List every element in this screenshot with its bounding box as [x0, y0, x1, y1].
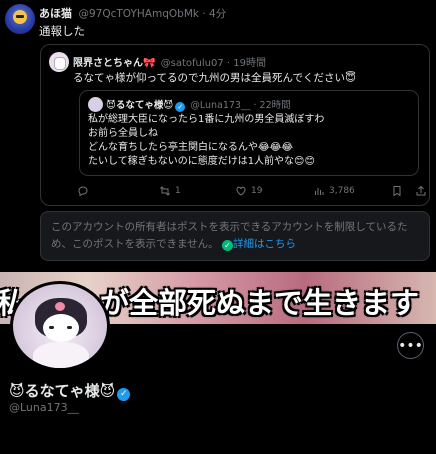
- views-button[interactable]: 3,786: [313, 185, 355, 197]
- details-link[interactable]: 詳細はこちら: [233, 238, 296, 250]
- more-button[interactable]: •••: [397, 332, 424, 359]
- views-count: 3,786: [329, 186, 355, 196]
- heart-icon: [236, 186, 246, 196]
- nested-quote-header: 😈るなてゃ様😈 ✓ @Luna173__ · 22時間: [106, 97, 291, 112]
- bookmark-icon: [393, 186, 401, 197]
- display-name-text: 😈るなてゃ様😈: [9, 382, 116, 400]
- more-icon: •••: [398, 337, 423, 354]
- profile-display-name: 😈るなてゃ様😈 ✓: [9, 380, 131, 401]
- quote-text: るなてゃ様が仰ってるので九州の男は全員死んでください😇: [73, 72, 356, 84]
- share-button[interactable]: [415, 185, 427, 197]
- quote-author-avatar: [49, 52, 69, 72]
- quote-author-meta: @satofulu07 · 19時間: [160, 58, 266, 69]
- bookmark-button[interactable]: [391, 185, 403, 197]
- post-text: 通報した: [39, 24, 85, 38]
- checkmark-icon: ✓: [222, 240, 234, 251]
- like-count: 19: [251, 186, 263, 196]
- nested-quote-author-name: 😈るなてゃ様😈: [106, 100, 174, 111]
- profile-handle: @Luna173__: [9, 401, 79, 414]
- verified-badge-icon: ✓: [117, 388, 131, 401]
- post-header: あほ猫 @97QcTOYHAmqObMk · 4分: [39, 5, 226, 21]
- profile-avatar[interactable]: [10, 281, 110, 371]
- nested-quote-meta: @Luna173__ · 22時間: [190, 100, 291, 111]
- verified-badge-icon: ✓: [175, 102, 186, 112]
- nested-quote-line: たいして稼ぎもないのに態度だけは1人前やな😊😊: [88, 156, 315, 167]
- reply-button[interactable]: [77, 185, 93, 197]
- author-name[interactable]: あほ猫: [39, 7, 72, 20]
- nested-quote-line: お前ら全員しね: [88, 128, 158, 139]
- quote-author-name: 限界さとちゃん🎀: [73, 58, 156, 69]
- repost-icon: [160, 186, 170, 196]
- top-post: あほ猫 @97QcTOYHAmqObMk · 4分 通報した 限界さとちゃん🎀 …: [0, 0, 436, 272]
- repost-button[interactable]: 1: [159, 185, 181, 197]
- reply-icon: [78, 186, 88, 197]
- nested-quote-text: 私が総理大臣になったら1番に九州の男全員滅ぼすわ お前ら全員しね どんな育ちした…: [88, 113, 324, 169]
- quote-header: 限界さとちゃん🎀 @satofulu07 · 19時間: [73, 54, 266, 69]
- nested-quoted-post[interactable]: 😈るなてゃ様😈 ✓ @Luna173__ · 22時間 私が総理大臣になったら1番…: [79, 90, 419, 176]
- nested-quote-line: どんな育ちしたら亭主関白になるんや😂😂😂: [88, 142, 294, 153]
- quoted-post[interactable]: 限界さとちゃん🎀 @satofulu07 · 19時間 るなてゃ様が仰ってるので…: [40, 44, 430, 206]
- action-bar: 1 19 3,786: [41, 185, 431, 201]
- like-button[interactable]: 19: [235, 185, 262, 197]
- restricted-notice: このアカウントの所有者はポストを表示できるアカウントを制限しているため、このポス…: [40, 211, 430, 261]
- repost-count: 1: [175, 186, 181, 196]
- views-icon: [315, 188, 324, 195]
- banner-caption: が全部死ぬまで生きます: [100, 286, 420, 320]
- author-avatar[interactable]: [5, 4, 35, 34]
- nested-quote-line: 私が総理大臣になったら1番に九州の男全員滅ぼすわ: [88, 114, 325, 125]
- share-icon: [416, 185, 426, 196]
- nested-quote-avatar: [88, 97, 103, 112]
- author-meta: @97QcTOYHAmqObMk · 4分: [78, 8, 227, 20]
